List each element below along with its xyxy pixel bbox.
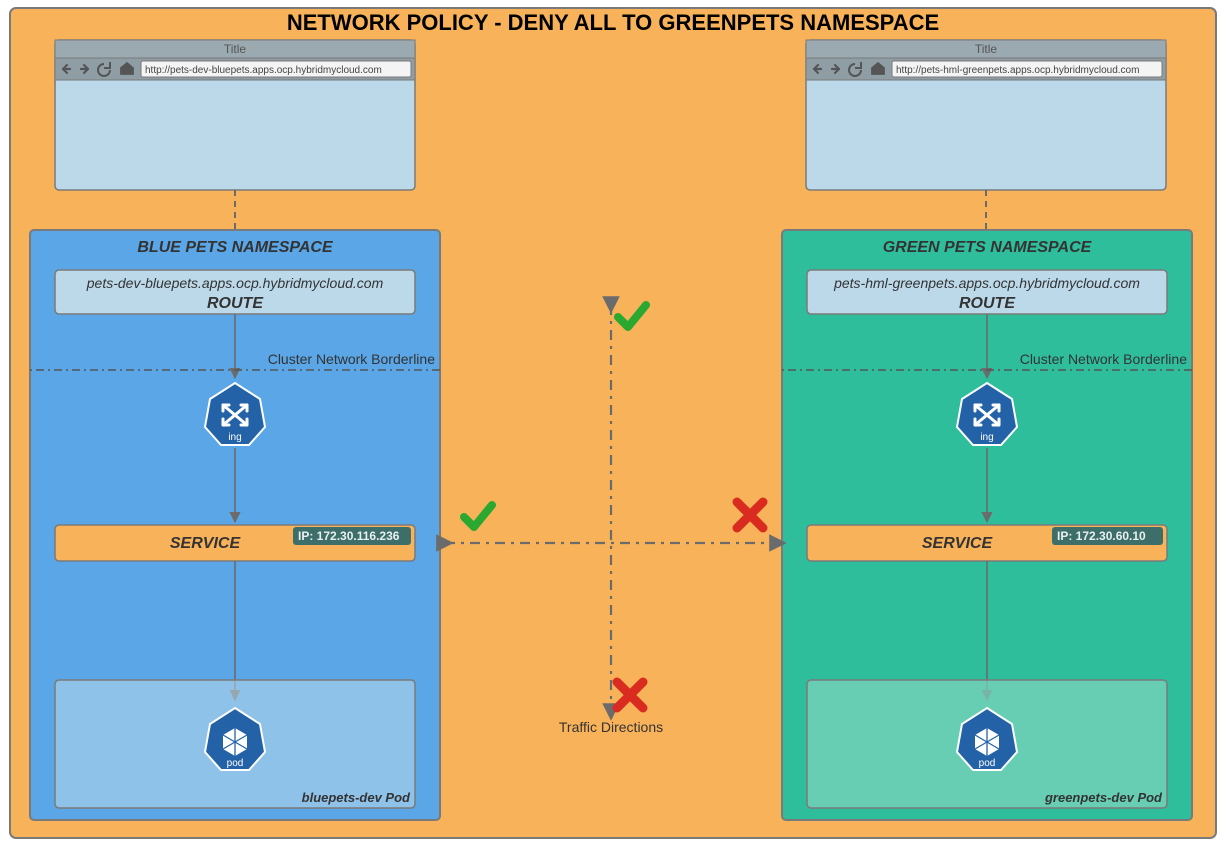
browser-right: Title http://pets-hml-greenpets.apps.ocp… [806, 40, 1166, 190]
blue-namespace: BLUE PETS NAMESPACE pets-dev-bluepets.ap… [30, 230, 440, 820]
svg-text:pod: pod [979, 758, 996, 769]
blue-service-label: SERVICE [170, 535, 242, 552]
green-service-label: SERVICE [922, 535, 994, 552]
browser-title-right: Title [975, 42, 998, 56]
blue-ns-title: BLUE PETS NAMESPACE [137, 239, 334, 256]
browser-url-right: http://pets-hml-greenpets.apps.ocp.hybri… [896, 65, 1139, 76]
svg-text:ing: ing [228, 432, 241, 443]
blue-route-label: ROUTE [207, 295, 264, 312]
blue-route-url: pets-dev-bluepets.apps.ocp.hybridmycloud… [86, 275, 384, 291]
blue-service-ip: IP: 172.30.116.236 [298, 529, 400, 543]
traffic-label: Traffic Directions [559, 719, 663, 735]
green-pod-name: greenpets-dev Pod [1044, 790, 1163, 805]
green-route-label: ROUTE [959, 295, 1016, 312]
green-borderline-label: Cluster Network Borderline [1020, 351, 1187, 367]
diagram-title: NETWORK POLICY - DENY ALL TO GREENPETS N… [287, 10, 939, 35]
green-ns-title: GREEN PETS NAMESPACE [883, 239, 1093, 256]
browser-title-left: Title [224, 42, 247, 56]
svg-text:pod: pod [227, 758, 244, 769]
blue-pod-name: bluepets-dev Pod [302, 790, 411, 805]
green-route-url: pets-hml-greenpets.apps.ocp.hybridmyclou… [833, 275, 1140, 291]
diagram-root: NETWORK POLICY - DENY ALL TO GREENPETS N… [0, 0, 1226, 847]
browser-left: Title http://pets-dev-bluepets.apps.ocp.… [55, 40, 415, 190]
blue-borderline-label: Cluster Network Borderline [268, 351, 435, 367]
green-namespace: GREEN PETS NAMESPACE pets-hml-greenpets.… [782, 230, 1192, 820]
green-service-ip: IP: 172.30.60.10 [1057, 529, 1146, 543]
browser-url-left: http://pets-dev-bluepets.apps.ocp.hybrid… [145, 65, 382, 76]
svg-text:ing: ing [980, 432, 993, 443]
